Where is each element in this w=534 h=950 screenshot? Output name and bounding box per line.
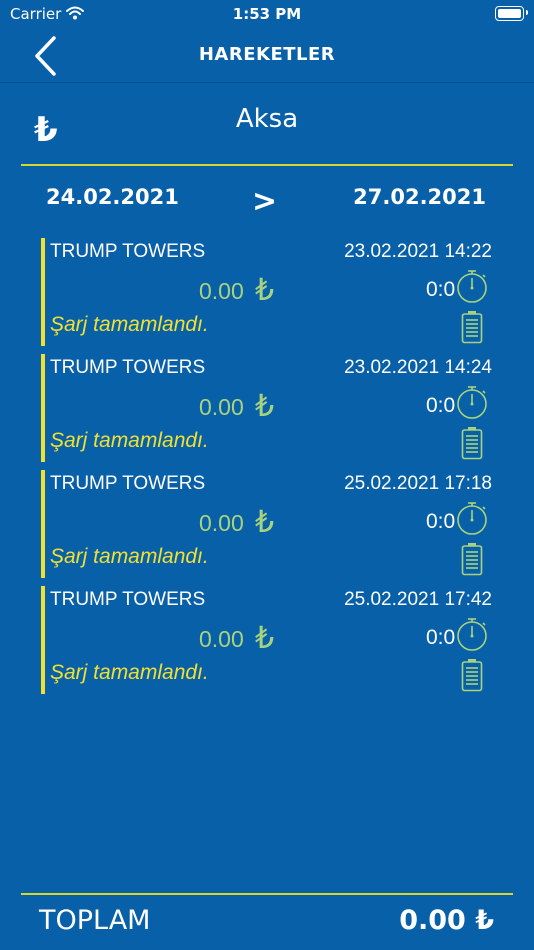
charge-duration: 0:0 [426,278,456,301]
transaction-datetime: 25.02.2021 17:18 [344,473,492,494]
currency-symbol: ₺ [255,505,275,540]
end-date[interactable]: 27.02.2021 [353,185,486,209]
charge-duration: 0:0 [426,394,456,417]
station-name: TRUMP TOWERS [50,241,206,262]
footer-divider [21,893,513,895]
transaction-datetime: 23.02.2021 14:22 [344,241,492,262]
transaction-item[interactable]: TRUMP TOWERS 25.02.2021 17:42 0.00 ₺ 0:0… [41,586,501,694]
charge-status: Şarj tamamlandı. [50,661,209,684]
transaction-item[interactable]: TRUMP TOWERS 23.02.2021 14:24 0.00 ₺ 0:0… [41,354,501,462]
stopwatch-icon [456,616,488,656]
transaction-amount: 0.00 [199,394,244,420]
item-accent-bar [41,238,45,346]
start-date[interactable]: 24.02.2021 [46,185,179,209]
page-title: HAREKETLER [198,44,336,65]
transaction-item[interactable]: TRUMP TOWERS 23.02.2021 14:22 0.00 ₺ 0:0… [41,238,501,346]
status-time: 1:53 PM [232,5,302,23]
status-bar: Carrier 1:53 PM [0,0,534,30]
station-name: TRUMP TOWERS [50,357,206,378]
battery-icon [461,310,483,348]
charge-duration: 0:0 [426,510,456,533]
station-name: TRUMP TOWERS [50,473,206,494]
stopwatch-icon [456,268,488,308]
transaction-datetime: 25.02.2021 17:42 [344,589,492,610]
charge-status: Şarj tamamlandı. [50,313,209,336]
currency-symbol: ₺ [255,273,275,308]
total-value: 0.00 ₺ [399,905,494,936]
charge-duration: 0:0 [426,626,456,649]
battery-icon [461,426,483,464]
charge-status: Şarj tamamlandı. [50,545,209,568]
stopwatch-icon [456,384,488,424]
nav-bar: HAREKETLER [0,30,534,83]
transaction-amount: 0.00 [199,626,244,652]
item-accent-bar [41,354,45,462]
transaction-amount: 0.00 [199,510,244,536]
total-label: TOPLAM [39,905,151,936]
currency-symbol: ₺ [255,389,275,424]
battery-icon [461,542,483,580]
item-accent-bar [41,470,45,578]
battery-icon [461,658,483,696]
divider [21,164,513,166]
user-name: Aksa [235,104,299,134]
station-name: TRUMP TOWERS [50,589,206,610]
charge-status: Şarj tamamlandı. [50,429,209,452]
currency-symbol: ₺ [255,621,275,656]
battery-status-icon [495,6,528,21]
transaction-amount: 0.00 [199,278,244,304]
stopwatch-icon [456,500,488,540]
item-accent-bar [41,586,45,694]
transaction-item[interactable]: TRUMP TOWERS 25.02.2021 17:18 0.00 ₺ 0:0… [41,470,501,578]
date-range-arrow[interactable]: > [252,184,277,219]
transaction-datetime: 23.02.2021 14:24 [344,357,492,378]
